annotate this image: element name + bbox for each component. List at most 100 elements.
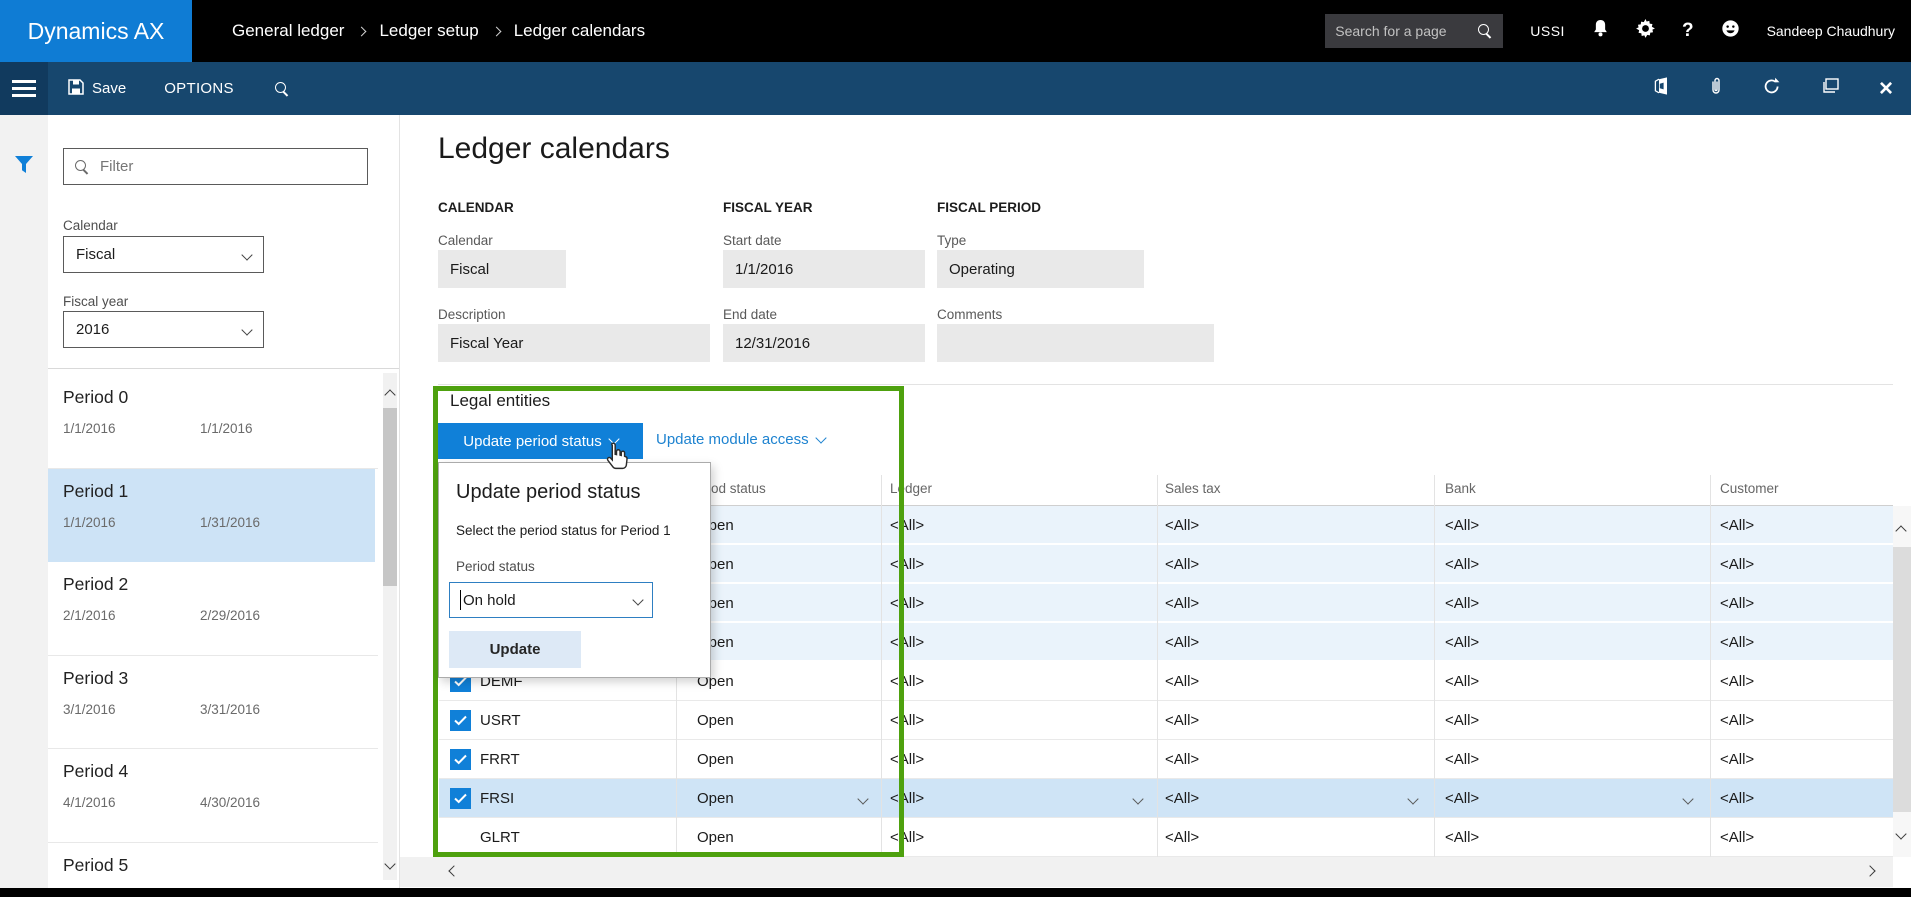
company-cell: USRT xyxy=(480,701,521,740)
period-status-cell: Open xyxy=(697,818,734,857)
period-start-date: 3/1/2016 xyxy=(63,702,116,717)
period-name: Period 0 xyxy=(63,387,128,408)
end-date-field-label: End date xyxy=(723,307,777,322)
chevron-down-icon xyxy=(241,249,252,260)
period-list-item[interactable]: Period 55/1/20165/31/2016 xyxy=(48,843,378,889)
flyout-description: Select the period status for Period 1 xyxy=(456,523,671,538)
period-name: Period 5 xyxy=(63,855,128,876)
refresh-icon[interactable] xyxy=(1763,77,1781,100)
period-list-item[interactable]: Period 33/1/20163/31/2016 xyxy=(48,656,378,750)
restore-window-icon[interactable] xyxy=(1821,78,1839,99)
legal-entities-title: Legal entities xyxy=(450,391,550,411)
cell-dropdown-chevron-icon[interactable] xyxy=(857,793,868,804)
feedback-smiley-icon[interactable] xyxy=(1721,19,1740,43)
sidebar-scrollbar-thumb[interactable] xyxy=(383,408,397,586)
update-module-access-link[interactable]: Update module access xyxy=(656,431,825,448)
bank-cell: <All> xyxy=(1445,701,1479,740)
calendar-field-label: Calendar xyxy=(438,233,493,248)
comments-field-label: Comments xyxy=(937,307,1002,322)
period-list-item[interactable]: Period 1 1/1/2016 1/31/2016 xyxy=(48,469,375,563)
grid-horizontal-scrollbar[interactable] xyxy=(400,857,1893,887)
grid-row-frrt[interactable]: FRRTOpen<All><All><All><All> xyxy=(439,740,1893,779)
company-cell[interactable]: FRSI xyxy=(480,779,514,818)
sidebar: Filter Calendar Fiscal Fiscal year 2016 … xyxy=(48,115,400,888)
description-field-label: Description xyxy=(438,307,506,322)
period-name: Period 1 xyxy=(63,481,128,502)
customer-cell: <All> xyxy=(1720,662,1754,701)
period-status-combobox[interactable]: On hold xyxy=(449,582,653,618)
breadcrumb-ledger-calendars[interactable]: Ledger calendars xyxy=(514,21,645,41)
bank-cell[interactable]: <All> xyxy=(1445,779,1479,818)
grid-column-divider xyxy=(1434,475,1435,857)
help-icon[interactable]: ? xyxy=(1682,20,1694,42)
chevron-down-icon xyxy=(632,594,643,605)
end-date-field: 12/31/2016 xyxy=(723,324,925,362)
section-divider xyxy=(438,384,1893,385)
grid-row-usrt[interactable]: USRTOpen<All><All><All><All> xyxy=(439,701,1893,740)
breadcrumb-separator-icon xyxy=(491,27,501,37)
period-list-item[interactable]: Period 44/1/20164/30/2016 xyxy=(48,749,378,843)
fiscal-year-select[interactable]: 2016 xyxy=(63,311,264,348)
calendar-field: Fiscal xyxy=(438,250,566,288)
cell-dropdown-chevron-icon[interactable] xyxy=(1132,793,1143,804)
period-end-date: 4/30/2016 xyxy=(200,795,260,810)
options-menu[interactable]: OPTIONS xyxy=(164,80,234,97)
ledger-cell: <All> xyxy=(890,584,924,623)
attach-paperclip-icon[interactable] xyxy=(1709,76,1723,101)
main-content: Ledger calendars CALENDAR FISCAL YEAR FI… xyxy=(400,115,1911,888)
update-button[interactable]: Update xyxy=(449,631,581,668)
app-logo[interactable]: Dynamics AX xyxy=(0,0,192,62)
user-menu[interactable]: Sandeep Chaudhury xyxy=(1767,23,1895,39)
office-icon[interactable] xyxy=(1653,77,1669,100)
type-field: Operating xyxy=(937,250,1144,288)
breadcrumb-general-ledger[interactable]: General ledger xyxy=(232,21,344,41)
period-status-cell[interactable]: Open xyxy=(697,779,734,818)
funnel-filter-icon[interactable] xyxy=(13,155,35,180)
customer-cell[interactable]: <All> xyxy=(1720,779,1754,818)
bell-icon[interactable] xyxy=(1592,19,1609,43)
save-button[interactable]: Save xyxy=(68,79,126,99)
fiscal-year-select-label: Fiscal year xyxy=(63,294,128,309)
sales-tax-cell[interactable]: <All> xyxy=(1165,779,1199,818)
cell-dropdown-chevron-icon[interactable] xyxy=(1682,793,1693,804)
cell-dropdown-chevron-icon[interactable] xyxy=(1407,793,1418,804)
toolbar-search-icon[interactable] xyxy=(274,81,290,97)
row-checkbox-checked[interactable] xyxy=(450,788,471,809)
filter-input[interactable]: Filter xyxy=(63,148,368,185)
comments-field xyxy=(937,324,1214,362)
period-list-item[interactable]: Period 01/1/20161/1/2016 xyxy=(48,375,378,469)
grid-column-header: Sales tax xyxy=(1165,481,1221,496)
ledger-cell: <All> xyxy=(890,506,924,545)
grid-row-frsi[interactable]: FRSI Open <All> <All> <All> <All> xyxy=(439,779,1893,818)
customer-cell: <All> xyxy=(1720,545,1754,584)
period-list-item[interactable]: Period 22/1/20162/29/2016 xyxy=(48,562,378,656)
row-checkbox-checked[interactable] xyxy=(450,749,471,770)
type-field-label: Type xyxy=(937,233,966,248)
close-icon[interactable]: × xyxy=(1879,77,1893,101)
hamburger-menu-button[interactable] xyxy=(0,62,48,115)
top-bar: Dynamics AX General ledger Ledger setup … xyxy=(0,0,1911,62)
section-header-calendar: CALENDAR xyxy=(438,200,514,215)
ledger-cell[interactable]: <All> xyxy=(890,779,924,818)
ledger-cell: <All> xyxy=(890,545,924,584)
period-status-cell: Open xyxy=(697,740,734,779)
sales-tax-cell: <All> xyxy=(1165,818,1199,857)
breadcrumb-ledger-setup[interactable]: Ledger setup xyxy=(379,21,478,41)
filter-placeholder: Filter xyxy=(100,158,133,175)
gear-icon[interactable] xyxy=(1636,19,1655,43)
period-start-date: 1/1/2016 xyxy=(63,515,116,530)
chevron-down-icon xyxy=(241,324,252,335)
period-end-date: 1/31/2016 xyxy=(200,515,260,530)
company-picker[interactable]: USSI xyxy=(1530,23,1565,39)
section-header-fiscal-year: FISCAL YEAR xyxy=(723,200,813,215)
customer-cell: <All> xyxy=(1720,506,1754,545)
search-icon[interactable] xyxy=(1477,23,1493,39)
section-header-fiscal-period: FISCAL PERIOD xyxy=(937,200,1041,215)
grid-scrollbar-thumb[interactable] xyxy=(1893,547,1911,812)
grid-row-glrt[interactable]: GLRTOpen<All><All><All><All> xyxy=(439,818,1893,857)
calendar-select-label: Calendar xyxy=(63,218,118,233)
grid-column-divider xyxy=(1157,475,1158,857)
calendar-select[interactable]: Fiscal xyxy=(63,236,264,273)
page-search-input[interactable]: Search for a page xyxy=(1325,14,1503,48)
row-checkbox-checked[interactable] xyxy=(450,710,471,731)
